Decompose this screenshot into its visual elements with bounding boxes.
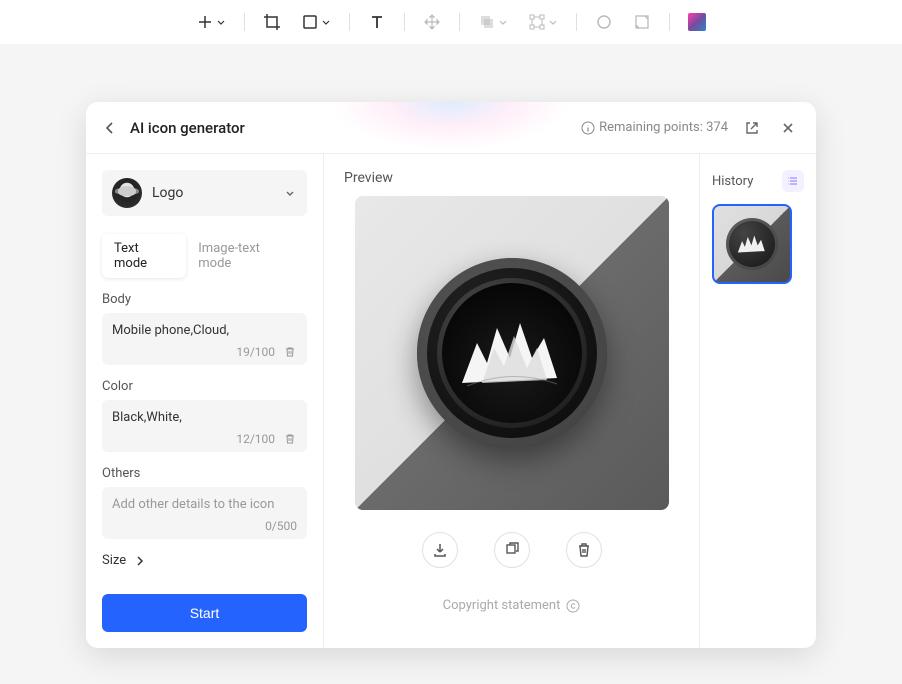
divider [576, 13, 577, 31]
popout-icon [744, 120, 760, 136]
tab-image-text-mode[interactable]: Image-text mode [186, 234, 307, 278]
body-value: Mobile phone,Cloud, [112, 323, 297, 341]
circle-tool[interactable] [589, 9, 619, 35]
start-button[interactable]: Start [102, 594, 307, 632]
copyright-icon [566, 599, 580, 613]
icon-type-label: Logo [152, 185, 273, 201]
ai-icon-generator-modal: AI icon generator Remaining points: 374 … [86, 102, 816, 648]
add-tool[interactable] [190, 9, 232, 35]
close-icon [780, 120, 796, 136]
workspace: AI icon generator Remaining points: 374 … [0, 44, 902, 684]
history-thumbnail [726, 218, 778, 270]
chevron-down-icon [283, 186, 297, 200]
back-button[interactable] [102, 120, 118, 136]
remaining-points-text: Remaining points: 374 [599, 120, 728, 135]
plus-icon [196, 13, 214, 31]
ai-icon [688, 13, 706, 31]
modal-header: AI icon generator Remaining points: 374 [86, 102, 816, 154]
crop-tool[interactable] [257, 9, 287, 35]
body-label: Body [102, 292, 307, 307]
node-tool[interactable] [522, 9, 564, 35]
transform-tool[interactable] [627, 9, 657, 35]
text-tool[interactable] [362, 9, 392, 35]
move-tool[interactable] [417, 9, 447, 35]
preview-actions [422, 532, 602, 568]
color-value: Black,White, [112, 410, 297, 428]
list-icon [786, 174, 800, 188]
body-char-count: 19/100 [236, 345, 275, 359]
divider [669, 13, 670, 31]
preview-panel: Preview [324, 154, 700, 648]
square-icon [301, 13, 319, 31]
body-input[interactable]: Mobile phone,Cloud, 19/100 [102, 313, 307, 365]
copyright-text: Copyright statement [443, 598, 561, 613]
crop-icon [263, 13, 281, 31]
chevron-down-icon [548, 17, 558, 27]
others-input[interactable]: Add other details to the icon 0/500 [102, 487, 307, 539]
mode-tabs: Text mode Image-text mode [102, 234, 307, 278]
download-button[interactable] [422, 532, 458, 568]
icon-type-selector[interactable]: Logo [102, 170, 307, 216]
copyright-link[interactable]: Copyright statement [443, 598, 581, 613]
move-icon [423, 13, 441, 31]
raccoon-avatar-icon [112, 178, 142, 208]
size-label: Size [102, 553, 126, 568]
divider [404, 13, 405, 31]
trash-icon [283, 432, 297, 446]
divider [244, 13, 245, 31]
chevron-down-icon [498, 17, 508, 27]
preview-image [355, 196, 669, 510]
trash-icon [575, 541, 593, 559]
shape-tool[interactable] [295, 9, 337, 35]
chevron-right-icon [134, 555, 146, 567]
copy-button[interactable] [494, 532, 530, 568]
color-clear-button[interactable] [283, 432, 297, 446]
nodes-icon [528, 13, 546, 31]
info-icon [581, 121, 595, 135]
divider [459, 13, 460, 31]
body-clear-button[interactable] [283, 345, 297, 359]
chevron-down-icon [216, 17, 226, 27]
modal-body: Logo Text mode Image-text mode Body Mobi… [86, 154, 816, 648]
popout-button[interactable] [740, 116, 764, 140]
history-label: History [712, 174, 753, 189]
mountain-icon [735, 231, 769, 257]
chevron-down-icon [321, 17, 331, 27]
modal-title: AI icon generator [130, 119, 245, 137]
transform-icon [633, 13, 651, 31]
remaining-points: Remaining points: 374 [581, 120, 728, 135]
boolean-tool[interactable] [472, 9, 514, 35]
chevron-left-icon [102, 120, 118, 136]
circle-icon [595, 13, 613, 31]
text-icon [368, 13, 386, 31]
color-field-group: Color Black,White, 12/100 [102, 379, 307, 452]
generated-logo [417, 258, 607, 448]
trash-icon [283, 345, 297, 359]
color-label: Color [102, 379, 307, 394]
ai-tool[interactable] [682, 9, 712, 35]
color-input[interactable]: Black,White, 12/100 [102, 400, 307, 452]
others-label: Others [102, 466, 307, 481]
others-field-group: Others Add other details to the icon 0/5… [102, 466, 307, 539]
close-button[interactable] [776, 116, 800, 140]
mountain-icon [452, 308, 572, 398]
settings-panel: Logo Text mode Image-text mode Body Mobi… [86, 154, 324, 648]
body-field-group: Body Mobile phone,Cloud, 19/100 [102, 292, 307, 365]
history-item-1[interactable] [712, 204, 792, 284]
history-list-toggle[interactable] [782, 170, 804, 192]
others-placeholder: Add other details to the icon [112, 497, 297, 515]
history-panel: History [700, 154, 816, 648]
download-icon [431, 541, 449, 559]
delete-button[interactable] [566, 532, 602, 568]
combine-icon [478, 13, 496, 31]
size-expander[interactable]: Size [102, 553, 307, 568]
color-char-count: 12/100 [236, 432, 275, 446]
preview-label: Preview [344, 170, 393, 186]
main-toolbar [0, 0, 902, 44]
divider [349, 13, 350, 31]
copy-icon [503, 541, 521, 559]
tab-text-mode[interactable]: Text mode [102, 234, 186, 278]
others-char-count: 0/500 [265, 519, 297, 533]
